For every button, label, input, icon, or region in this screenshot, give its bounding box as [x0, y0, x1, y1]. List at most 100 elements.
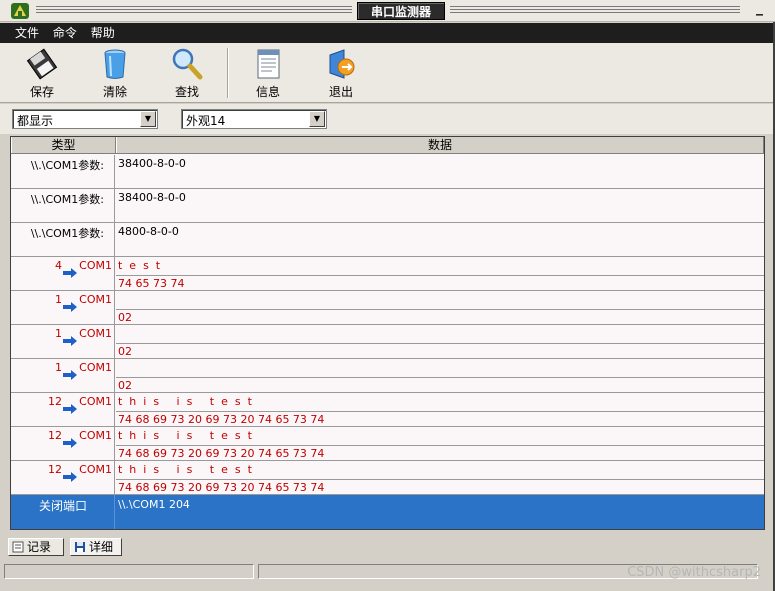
info-label: 信息: [255, 85, 280, 99]
display-filter-value: 都显示: [17, 114, 54, 128]
byte-count: 12: [48, 429, 62, 442]
status-bar: CSDN @withcsharp2: [0, 560, 775, 591]
info-button[interactable]: 信息: [240, 47, 296, 101]
byte-count: 1: [55, 327, 62, 340]
hex-data: 74 65 73 74: [116, 275, 764, 291]
tab-record-label: 记录: [27, 540, 52, 554]
grid-body: \\.\COM1参数: 38400-8-0-0 \\.\COM1参数: 38400-8…: [11, 155, 764, 529]
data-value: 38400-8-0-0: [118, 157, 186, 170]
find-button[interactable]: 查找: [159, 47, 215, 101]
type-cell: 关闭端口: [11, 495, 115, 529]
byte-count: 1: [55, 361, 62, 374]
table-row[interactable]: 12 COM1 t h i s i s t e s t 74 68 69 73 20 …: [11, 461, 764, 495]
tab-record[interactable]: 记录: [8, 538, 64, 556]
data-value: 4800-8-0-0: [118, 225, 179, 238]
byte-count: 4: [55, 259, 62, 272]
data-cell: 4800-8-0-0: [116, 223, 764, 256]
type-cell: 12 COM1: [11, 461, 115, 494]
tab-detail[interactable]: 详细: [70, 538, 122, 556]
hex-data: 02: [116, 343, 764, 359]
data-cell: t h i s i s t e s t 74 68 69 73 20 69 73 …: [116, 393, 764, 426]
type-label: \\.\COM1参数:: [30, 159, 104, 172]
data-cell: t h i s i s t e s t 74 68 69 73 20 69 73 …: [116, 461, 764, 494]
arrow-right-icon: [63, 302, 77, 312]
watermark: CSDN @withcsharp2: [627, 565, 761, 580]
port-name: COM1: [79, 327, 112, 340]
byte-count: 12: [48, 463, 62, 476]
chevron-down-icon[interactable]: ▼: [140, 111, 156, 127]
arrow-right-icon: [63, 268, 77, 278]
title-bar: 串口监测器 _: [0, 0, 775, 22]
arrow-right-icon: [63, 370, 77, 380]
type-cell: 1 COM1: [11, 291, 115, 324]
hex-data: 02: [116, 377, 764, 393]
chevron-down-icon[interactable]: ▼: [309, 111, 325, 127]
exit-button[interactable]: 退出: [313, 47, 369, 101]
grid-header: 类型 数据: [11, 137, 764, 154]
status-panel-left: [4, 564, 254, 579]
magnifier-icon: [172, 48, 203, 80]
table-row[interactable]: \\.\COM1参数: 38400-8-0-0: [11, 155, 764, 189]
hex-data: 74 68 69 73 20 69 73 20 74 65 73 74: [116, 411, 764, 427]
ascii-data: t h i s i s t e s t: [118, 463, 252, 476]
ascii-data: [116, 360, 764, 376]
title-decor-left: [36, 6, 352, 7]
appearance-select[interactable]: 外观14 ▼: [181, 109, 327, 129]
table-row-selected[interactable]: 关闭端口 \\.\COM1 204: [11, 495, 764, 529]
ascii-data: [116, 292, 764, 308]
byte-count: 12: [48, 395, 62, 408]
floppy-disk-icon: [75, 542, 85, 552]
document-icon: [257, 49, 280, 79]
type-cell: 1 COM1: [11, 359, 115, 392]
clear-button[interactable]: 清除: [87, 47, 143, 101]
table-row[interactable]: 1 COM1 02: [11, 325, 764, 359]
table-row[interactable]: 1 COM1 02: [11, 359, 764, 393]
data-cell: 02: [116, 325, 764, 358]
exit-icon: [329, 49, 355, 79]
hex-data: 74 68 69 73 20 69 73 20 74 65 73 74: [116, 445, 764, 461]
ascii-data: t h i s i s t e s t: [118, 429, 252, 442]
ascii-data: t h i s i s t e s t: [118, 395, 252, 408]
data-cell: 38400-8-0-0: [116, 155, 764, 188]
table-row[interactable]: \\.\COM1参数: 4800-8-0-0: [11, 223, 764, 257]
header-data[interactable]: 数据: [116, 137, 764, 153]
type-cell: 1 COM1: [11, 325, 115, 358]
minimize-button[interactable]: _: [756, 0, 763, 16]
type-label: \\.\COM1参数:: [30, 227, 104, 240]
tab-detail-label: 详细: [89, 540, 114, 554]
table-row[interactable]: \\.\COM1参数: 38400-8-0-0: [11, 189, 764, 223]
display-filter-select[interactable]: 都显示 ▼: [12, 109, 158, 129]
header-type[interactable]: 类型: [11, 137, 116, 153]
arrow-right-icon: [63, 404, 77, 414]
port-name: COM1: [79, 463, 112, 476]
data-value: \\.\COM1 204: [118, 498, 190, 511]
hex-data: 74 68 69 73 20 69 73 20 74 65 73 74: [116, 479, 764, 495]
type-cell: 12 COM1: [11, 427, 115, 460]
data-cell: \\.\COM1 204: [116, 495, 764, 528]
menu-help[interactable]: 帮助: [86, 23, 120, 43]
table-row[interactable]: 12 COM1 t h i s i s t e s t 74 68 69 73 20 …: [11, 427, 764, 461]
filter-row: 都显示 ▼ 外观14 ▼: [0, 104, 775, 134]
table-row[interactable]: 1 COM1 02: [11, 291, 764, 325]
menu-command[interactable]: 命令: [48, 23, 82, 43]
window-title: 串口监测器: [357, 2, 445, 20]
type-cell: 12 COM1: [11, 393, 115, 426]
menu-file[interactable]: 文件: [10, 23, 44, 43]
list-icon: [12, 541, 24, 553]
ascii-data: [116, 326, 764, 342]
log-grid[interactable]: 类型 数据 \\.\COM1参数: 38400-8-0-0 \\.\COM1参数: 3…: [10, 136, 765, 530]
table-row[interactable]: 4 COM1 t e s t 74 65 73 74: [11, 257, 764, 291]
data-cell: 38400-8-0-0: [116, 189, 764, 222]
clear-label: 清除: [102, 85, 127, 99]
port-name: COM1: [79, 395, 112, 408]
type-cell: 4 COM1: [11, 257, 115, 290]
type-cell: \\.\COM1参数:: [11, 189, 115, 222]
table-row[interactable]: 12 COM1 t h i s i s t e s t 74 68 69 73 20 …: [11, 393, 764, 427]
data-value: 38400-8-0-0: [118, 191, 186, 204]
save-button[interactable]: 保存: [14, 47, 70, 101]
toolbar: 保存 清除 查找 信息 退出: [0, 43, 775, 103]
port-name: COM1: [79, 361, 112, 374]
port-name: COM1: [79, 259, 112, 272]
type-cell: \\.\COM1参数:: [11, 223, 115, 256]
menu-bar: 文件 命令 帮助: [0, 23, 775, 43]
